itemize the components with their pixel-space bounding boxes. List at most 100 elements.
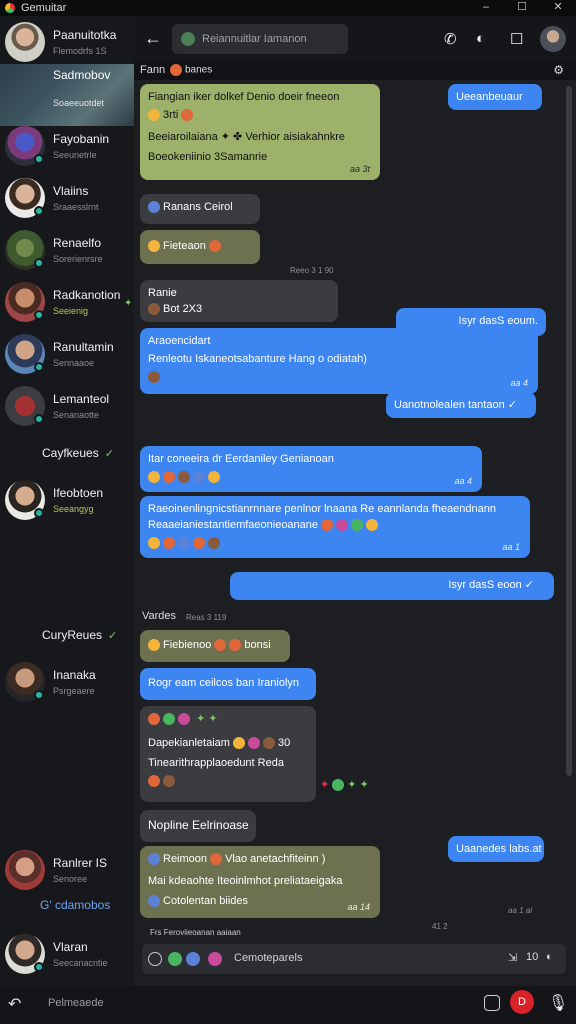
message-bubble[interactable]: Uanotnolealen tantaon ✓: [386, 392, 536, 418]
message-text: Isyr dasS eoum.: [458, 315, 538, 327]
expand-icon[interactable]: ⇲: [508, 951, 517, 964]
close-button[interactable]: ✕: [540, 0, 576, 16]
section-header: G' cdamobos: [40, 898, 110, 912]
message-bubble[interactable]: Araoencidart Renleotu Iskaneotsabanture …: [140, 328, 538, 394]
emoji-icon: [263, 737, 275, 750]
message-composer[interactable]: Frs Feroviieoanan aaiaan Cemoteparels ⇲ …: [142, 928, 566, 974]
chat-subheader: Fann banes ⚙: [134, 62, 576, 80]
contact-item[interactable]: Inanaka Psrgeaere: [0, 656, 134, 708]
message-text: Araoencidart: [148, 335, 211, 347]
search-input[interactable]: Reiannuitlar Iamanon: [172, 24, 348, 54]
message-bubble[interactable]: Raeoinenlingnicstianrnnare penlnor lnaan…: [140, 496, 530, 558]
reaction-row[interactable]: ✦ ✦ ✦: [320, 778, 369, 792]
back-arrow-icon[interactable]: ←: [144, 28, 162, 49]
message-text: Rogr eam ceilcos ban Iraniolyn: [148, 677, 300, 689]
contact-item-featured[interactable]: Sadmobov Soaeeuotdet: [0, 64, 134, 126]
contact-item[interactable]: Ranlrer IS Senoree: [0, 844, 134, 896]
emoji-icon: [163, 471, 175, 484]
title-bar: Gemuitar – ☐ ✕: [0, 0, 576, 16]
emoji-icon: [178, 471, 190, 484]
emoji-icon: [193, 471, 205, 484]
contact-preview: Seeienig: [53, 306, 89, 316]
contact-item[interactable]: Ifeobtoen Seeangyg: [0, 474, 134, 526]
section-label: CuryReues: [42, 628, 103, 642]
contact-item[interactable]: Fayobanin Seeunetrle: [0, 120, 134, 172]
message-bubble[interactable]: Uaanedes labs.at: [448, 836, 544, 862]
emoji-icon: [148, 201, 160, 214]
timestamp: Reas 3 119: [186, 613, 227, 622]
emoji-icon: [366, 519, 379, 532]
phone-icon[interactable]: ✆: [444, 30, 457, 48]
contact-item[interactable]: Vlaran Seecanacntie: [0, 928, 134, 980]
maximize-button[interactable]: ☐: [504, 0, 540, 16]
message-bubble[interactable]: ✦ ✦ Dapekianletaiam 30 Tinearithrapplaoe…: [140, 706, 316, 802]
minimize-button[interactable]: –: [468, 0, 504, 16]
message-text: Mai kdeaohte Iteoinlmhot preliataeigaka: [148, 875, 343, 887]
avatar: [5, 850, 45, 890]
gif-icon[interactable]: [208, 952, 222, 966]
emoji-icon: [148, 303, 160, 316]
emoji-icon: [148, 471, 160, 484]
contact-name: Ifeobtoen: [53, 486, 104, 500]
message-text: 3rti: [163, 109, 179, 121]
message-bubble[interactable]: Isyr dasS eoon ✓: [230, 572, 554, 600]
message-bubble[interactable]: Ueeanbeuaur: [448, 84, 542, 110]
message-bubble[interactable]: Rogr eam ceilcos ban Iraniolyn: [140, 668, 316, 700]
scrollbar[interactable]: [566, 86, 572, 776]
contact-item[interactable]: Vlaiins Sraaesslrnt: [0, 172, 134, 224]
chat-header: ← Reiannuitlar Iamanon ✆ ◐ ☐: [134, 16, 576, 62]
message-time: aa 3t: [349, 164, 370, 174]
contact-item[interactable]: Lemanteol Senanaotte: [0, 380, 134, 432]
message-text: Itar coneeira dr Eerdaniley Genianoan: [148, 453, 334, 465]
window-icon[interactable]: ☐: [510, 30, 523, 48]
record-button[interactable]: D: [510, 990, 534, 1014]
microphone-icon[interactable]: 🎙: [548, 993, 568, 1013]
message-bubble[interactable]: Reimoon Vlao anetachfiteinn ) Mai kdeaoh…: [140, 846, 380, 918]
emoji-icon: [178, 537, 190, 550]
timestamp: 41 2: [432, 922, 448, 931]
sticker-icon: [208, 240, 221, 253]
camera-icon[interactable]: [484, 995, 500, 1011]
emoji-icon: [248, 737, 260, 750]
profile-avatar[interactable]: [540, 26, 566, 52]
contact-preview: Soaeeuotdet: [53, 98, 105, 108]
sticker-icon[interactable]: [186, 952, 200, 966]
message-text: Raeoinenlingnicstianrnnare penlnor lnaan…: [148, 503, 496, 515]
bottom-input-placeholder[interactable]: Pelmeaede: [48, 997, 104, 1009]
section-label: G' cdamobos: [40, 898, 111, 912]
contact-preview: Seeangyg: [53, 504, 94, 514]
contact-preview: Seecanacntie: [53, 958, 108, 968]
contact-item[interactable]: Paanuitotka Flemodrfs 1S: [0, 16, 134, 68]
chat-name: Fann: [140, 64, 166, 76]
message-bubble[interactable]: Itar coneeira dr Eerdaniley Genianoan aa…: [140, 446, 482, 492]
online-status-dot: [34, 414, 44, 424]
contact-name: Ranlrer IS: [53, 856, 108, 870]
emoji-icon[interactable]: [168, 952, 182, 966]
message-text: Reaaeianiestantiemfaeonieoanane: [148, 519, 319, 531]
emoji-icon: [148, 537, 160, 550]
video-icon[interactable]: ◐: [476, 30, 485, 47]
message-bubble[interactable]: Fieteaon: [140, 230, 260, 264]
message-bubble[interactable]: Ranie Bot 2X3: [140, 280, 338, 322]
contact-item[interactable]: Radkanotion Seeienig ✦: [0, 276, 134, 328]
app-logo-icon: [5, 3, 15, 13]
check-icon: ✓: [108, 630, 118, 642]
contact-preview: Senoree: [53, 874, 88, 884]
share-icon[interactable]: ↶: [8, 994, 21, 1014]
contact-preview: Psrgeaere: [53, 686, 95, 696]
message-bubble[interactable]: Nopline Eelrinoase: [140, 810, 256, 842]
contact-preview: Flemodrfs 1S: [53, 46, 107, 56]
message-time: aa 1: [502, 542, 520, 552]
message-bubble[interactable]: Fiebienoo bonsi: [140, 630, 290, 662]
message-text: Isyr dasS eoon ✓: [448, 579, 534, 591]
check-icon: ✓: [104, 448, 114, 460]
message-bubble[interactable]: Ranans Ceirol: [140, 194, 260, 224]
settings-icon[interactable]: ⚙: [553, 63, 564, 77]
schedule-icon[interactable]: ◐: [546, 951, 553, 963]
contact-item[interactable]: Ranultamin Sennaaoe: [0, 328, 134, 380]
message-bubble[interactable]: Fiangian iker dolkef Denio doeir fneeon …: [140, 84, 380, 180]
emoji-icon: [178, 713, 190, 726]
attach-icon[interactable]: [148, 952, 162, 966]
contact-item[interactable]: Renaelfo Sorerienrsre: [0, 224, 134, 276]
date-label: Vardes: [142, 610, 177, 622]
